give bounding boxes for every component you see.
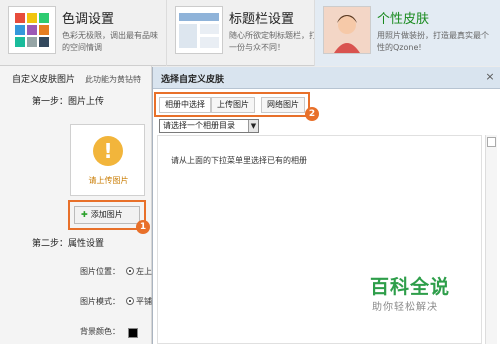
content-scrollbar[interactable] (485, 135, 497, 344)
position-radio[interactable] (126, 267, 134, 275)
tab-color-title: 色调设置 (62, 12, 115, 27)
tab-titlebar-desc: 随心所欲定制标题栏，打造一份与众不同！ (229, 31, 325, 52)
scrollbar-thumb[interactable] (487, 137, 496, 147)
select-skin-dialog: 选择自定义皮肤 × 相册中选择 上传图片 网络图片 2 请选择一个相册目录 ▼ … (152, 67, 500, 344)
tab-skin-desc: 用照片做装扮，打造最真实最个性的Qzone! (377, 31, 489, 52)
panel-heading: 自定义皮肤图片 此功能为黄钻特 (12, 72, 141, 85)
album-hint-text: 请从上面的下拉菜单里选择已有的相册 (171, 156, 307, 165)
annotation-badge-1: 1 (136, 220, 150, 234)
dialog-title: 选择自定义皮肤 (161, 75, 225, 85)
photo-skin-icon (323, 6, 371, 54)
color-palette-icon (8, 6, 56, 54)
mode-value: 平铺 (136, 297, 152, 306)
tab-custom-skin[interactable]: 个性皮肤 用照片做装扮，打造最真实最个性的Qzone! (314, 0, 500, 66)
step2-title: 第二步：属性设置 (32, 239, 105, 249)
top-tab-bar: 色调设置 色彩无极限，调出最有品味的空间情调 标题栏设置 随心所欲定制标题栏，打… (0, 0, 500, 66)
settings-panel: 自定义皮肤图片 此功能为黄钻特 第一步：图片上传 ! 请上传图片 ✚ 添加图片 1 … (0, 66, 152, 344)
tab-color-desc: 色彩无极限，调出最有品味的空间情调 (62, 31, 158, 52)
album-select-value: 请选择一个相册目录 (163, 121, 235, 130)
warning-icon: ! (93, 136, 123, 166)
watermark-subtitle: 助你轻松解决 (372, 302, 438, 313)
tab-skin-title: 个性皮肤 (377, 12, 430, 27)
highlight-dialog-tabs (154, 92, 310, 117)
bg-color-swatch[interactable] (128, 328, 138, 338)
tab-titlebar-settings[interactable]: 标题栏设置 随心所欲定制标题栏，打造一份与众不同！ (166, 0, 325, 66)
upload-preview[interactable]: ! 请上传图片 (70, 124, 145, 196)
annotation-badge-2: 2 (305, 107, 319, 121)
album-select-dropdown[interactable]: 请选择一个相册目录 ▼ (159, 119, 259, 133)
mode-label: 图片模式： (80, 297, 120, 306)
tab-titlebar-title: 标题栏设置 (229, 12, 295, 27)
dialog-titlebar: 选择自定义皮肤 × (153, 67, 500, 89)
tab-color-settings[interactable]: 色调设置 色彩无极限，调出最有品味的空间情调 (0, 0, 166, 66)
step1-title: 第一步：图片上传 (32, 97, 105, 107)
close-icon[interactable]: × (483, 70, 497, 84)
dropdown-arrow-icon: ▼ (248, 120, 258, 132)
watermark-title: 百科全说 (370, 276, 451, 298)
position-label: 图片位置： (80, 267, 120, 276)
panel-heading-title: 自定义皮肤图片 (12, 75, 76, 85)
panel-heading-note: 此功能为黄钻特 (85, 75, 142, 84)
upload-label: 请上传图片 (88, 176, 129, 185)
bg-color-label: 背景颜色： (80, 327, 120, 336)
mode-radio[interactable] (126, 297, 134, 305)
titlebar-preview-icon (175, 6, 223, 54)
highlight-add-image (68, 200, 146, 230)
position-value: 左上 (136, 267, 152, 276)
